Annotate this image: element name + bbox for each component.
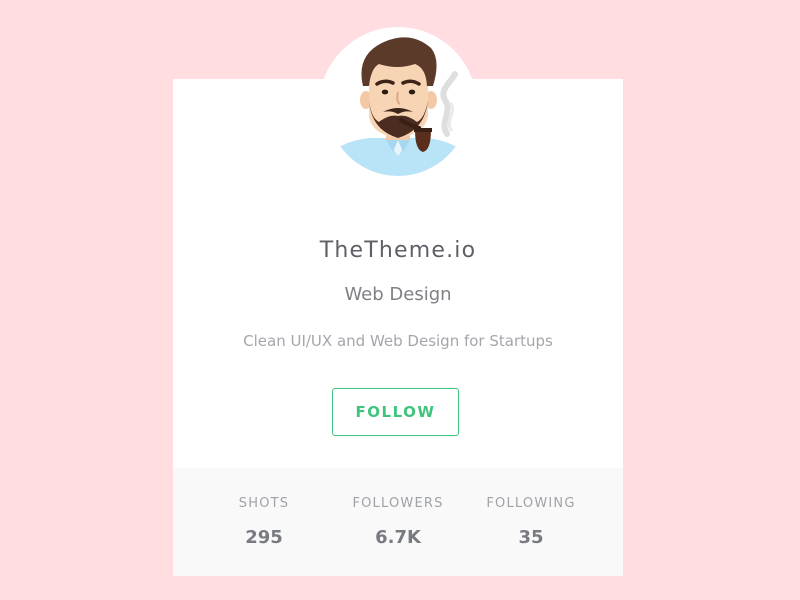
profile-tagline: Clean UI/UX and Web Design for Startups — [243, 332, 553, 350]
profile-role: Web Design — [344, 284, 452, 305]
profile-name: TheTheme.io — [319, 238, 477, 263]
avatar-illustration-icon — [327, 34, 469, 176]
follow-button[interactable]: FOLLOW — [332, 388, 459, 436]
stats-bar: SHOTS 295 FOLLOWERS 6.7K FOLLOWING 35 — [173, 468, 623, 576]
stat-followers-value: 6.7K — [375, 527, 421, 548]
stat-followers-label: FOLLOWERS — [352, 496, 444, 511]
stat-following-label: FOLLOWING — [486, 496, 576, 511]
avatar — [327, 34, 469, 176]
stat-following-value: 35 — [518, 527, 544, 548]
stat-shots-label: SHOTS — [238, 496, 290, 511]
stat-shots-value: 295 — [245, 527, 283, 548]
